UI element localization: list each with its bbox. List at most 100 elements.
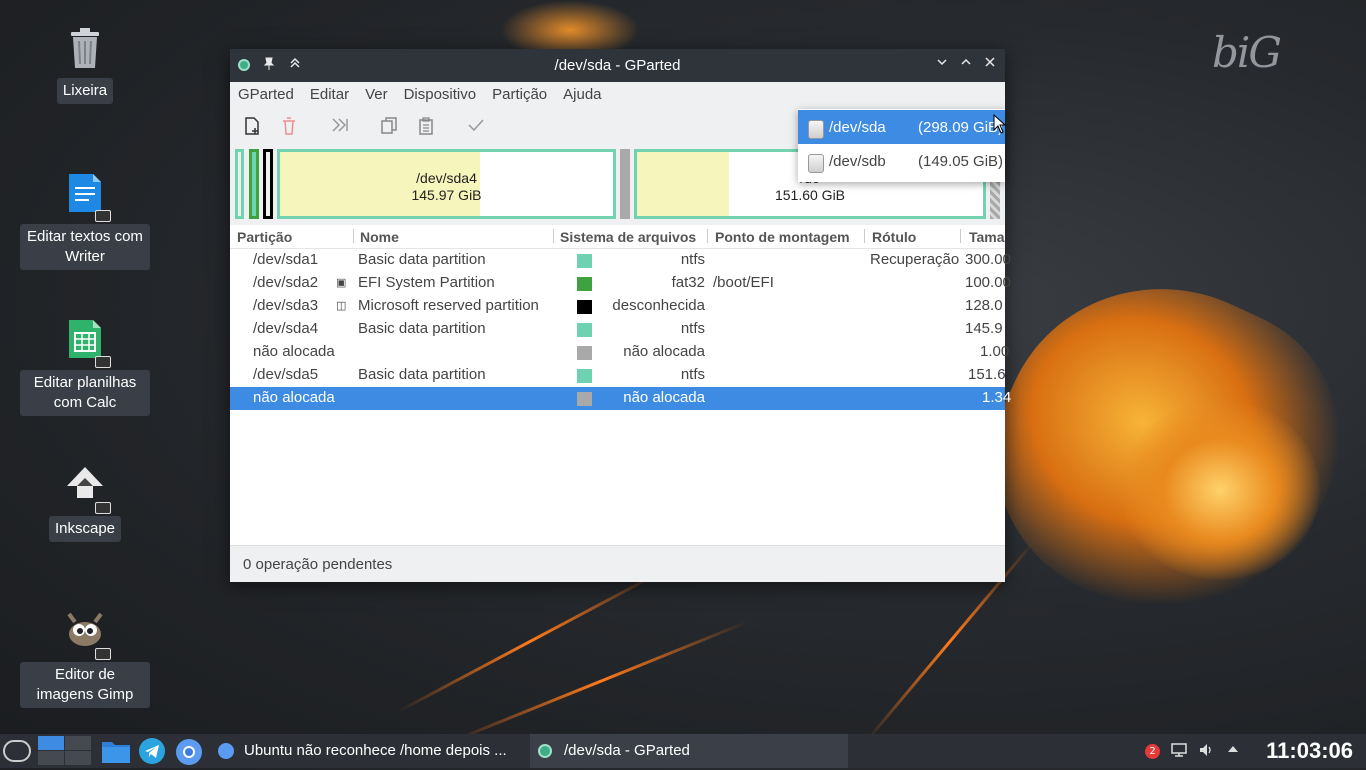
cell-filesystem: desconhecida (612, 297, 705, 314)
menu-editar[interactable]: Editar (310, 82, 357, 107)
window-title: /dev/sda - GParted (554, 57, 681, 74)
menu-gparted[interactable]: GParted (238, 82, 302, 107)
device-size: (149.05 GiB) (918, 153, 1004, 170)
cell-size: 1.00 (980, 343, 1010, 360)
fs-color-swatch (577, 346, 592, 360)
partition-block-size: 151.60 GiB (774, 187, 846, 203)
desktop-icon-writer[interactable]: Editar textos com Writer (20, 172, 150, 270)
cell-partition: /dev/sda2 (253, 274, 319, 291)
cell-filesystem: ntfs (680, 366, 705, 383)
table-row[interactable]: /dev/sda5 Basic data partition ntfs 151.… (230, 364, 1006, 387)
cell-size: 151.6 (968, 366, 1006, 383)
resize-move-icon[interactable] (330, 117, 350, 137)
cell-partition: /dev/sda5 (253, 366, 319, 383)
column-ponto-de-montagem[interactable]: Ponto de montagem (715, 229, 850, 245)
partition-block-sda4[interactable]: /dev/sda4 145.97 GiB (277, 149, 616, 219)
cell-size: 300.00 (965, 251, 1011, 268)
workspace-3[interactable] (38, 751, 64, 765)
maximize-button[interactable] (959, 56, 973, 72)
close-button[interactable] (983, 56, 997, 72)
task-label: Ubuntu não reconhece /home depois ... (244, 742, 507, 759)
desktop-icon-inkscape[interactable]: Inkscape (20, 464, 150, 542)
window-titlebar[interactable]: /dev/sda - GParted (230, 49, 1005, 82)
delete-partition-icon[interactable] (279, 117, 299, 137)
task-browser[interactable]: Ubuntu não reconhece /home depois ... (210, 734, 525, 768)
column-sistema-de-arquivos[interactable]: Sistema de arquivos (560, 229, 696, 245)
device-name: /dev/sdb (829, 153, 886, 170)
device-option-sdb[interactable]: /dev/sdb (149.05 GiB) (798, 144, 1005, 178)
partition-block-name: /dev/sda4 (416, 170, 477, 186)
paste-icon[interactable] (416, 117, 436, 137)
cell-partition: /dev/sda3 (253, 297, 319, 314)
minimize-button[interactable] (935, 56, 949, 72)
workspace-1[interactable] (38, 736, 64, 750)
cell-name: Basic data partition (358, 366, 486, 383)
apply-icon[interactable] (466, 117, 486, 137)
new-partition-icon[interactable] (242, 117, 262, 137)
table-row[interactable]: não alocada não alocada 1.00 (230, 341, 1009, 364)
cell-filesystem: ntfs (680, 320, 705, 337)
menu-particao[interactable]: Partição (492, 82, 555, 107)
partition-block-sda2[interactable] (249, 149, 259, 219)
file-manager-launcher[interactable] (101, 738, 131, 764)
menu-ver[interactable]: Ver (365, 82, 396, 107)
task-label: /dev/sda - GParted (564, 742, 690, 759)
column-nome[interactable]: Nome (360, 229, 399, 245)
status-bar: 0 operação pendentes (230, 545, 1005, 582)
copy-icon[interactable] (379, 117, 399, 137)
menu-dispositivo[interactable]: Dispositivo (404, 82, 485, 107)
mouse-cursor-icon (993, 113, 1007, 138)
partition-block-sda1[interactable] (235, 149, 244, 219)
cell-filesystem: ntfs (680, 251, 705, 268)
desktop-icon-trash[interactable]: Lixeira (20, 26, 150, 104)
table-row[interactable]: /dev/sda3 ◫ Microsoft reserved partition… (230, 295, 1005, 318)
table-row-selected[interactable]: não alocada não alocada 1.34 (230, 387, 1011, 410)
clock[interactable]: 11:03:06 (1266, 738, 1353, 764)
column-rotulo[interactable]: Rótulo (872, 229, 916, 245)
menu-ajuda[interactable]: Ajuda (563, 82, 609, 107)
desktop-icon-calc[interactable]: Editar planilhas com Calc (20, 318, 150, 416)
telegram-icon (145, 745, 159, 758)
fs-color-swatch (577, 392, 592, 406)
column-particao[interactable]: Partição (237, 229, 292, 245)
column-tamanho[interactable]: Tama (969, 229, 1005, 245)
task-gparted[interactable]: /dev/sda - GParted (530, 734, 848, 768)
cell-size: 145.9 (965, 320, 1003, 337)
table-row[interactable]: /dev/sda2 ▣ EFI System Partition fat32 /… (230, 272, 1011, 295)
device-option-sda[interactable]: /dev/sda (298.09 GiB) (798, 110, 1005, 144)
desktop-icon-label: Inkscape (48, 516, 122, 542)
gparted-app-icon (538, 744, 552, 758)
chromium-launcher[interactable] (175, 738, 205, 765)
trash-icon (65, 26, 105, 72)
notification-badge[interactable]: 2 (1145, 744, 1160, 759)
device-selector-dropdown: /dev/sda (298.09 GiB) /dev/sdb (149.05 G… (798, 109, 1005, 182)
workspace-switcher[interactable] (38, 736, 92, 766)
tray-expand-icon[interactable] (1226, 742, 1240, 760)
fs-color-swatch (577, 300, 592, 314)
partition-table-header: Partição Nome Sistema de arquivos Ponto … (230, 225, 1005, 249)
cell-label: Recuperação (870, 251, 960, 268)
telegram-launcher[interactable] (139, 738, 165, 764)
start-menu-button[interactable] (0, 736, 34, 766)
workspace-2[interactable] (65, 736, 91, 750)
cell-mount: /boot/EFI (713, 274, 774, 291)
cell-filesystem: não alocada (623, 389, 705, 406)
cell-name: Basic data partition (358, 320, 486, 337)
menubar: GParted Editar Ver Dispositivo Partição … (230, 82, 1005, 107)
folder-icon (102, 742, 130, 763)
network-icon[interactable] (1171, 742, 1187, 762)
unallocated-block[interactable] (620, 149, 630, 219)
table-row[interactable]: /dev/sda4 Basic data partition ntfs 145.… (230, 318, 1005, 341)
device-name: /dev/sda (829, 119, 886, 136)
cell-size: 128.0 (965, 297, 1003, 314)
desktop-icon-label: Editar textos com Writer (20, 224, 150, 270)
big-linux-watermark: biG (1212, 28, 1282, 77)
gimp-icon (65, 610, 111, 660)
table-row[interactable]: /dev/sda1 Basic data partition ntfs Recu… (230, 249, 1011, 272)
partition-block-size: 145.97 GiB (411, 187, 482, 203)
partition-block-sda3[interactable] (263, 149, 273, 219)
desktop-icon-gimp[interactable]: Editor de imagens Gimp (20, 610, 150, 708)
writer-document-icon (65, 172, 111, 222)
workspace-4[interactable] (65, 751, 91, 765)
volume-icon[interactable] (1198, 742, 1214, 762)
